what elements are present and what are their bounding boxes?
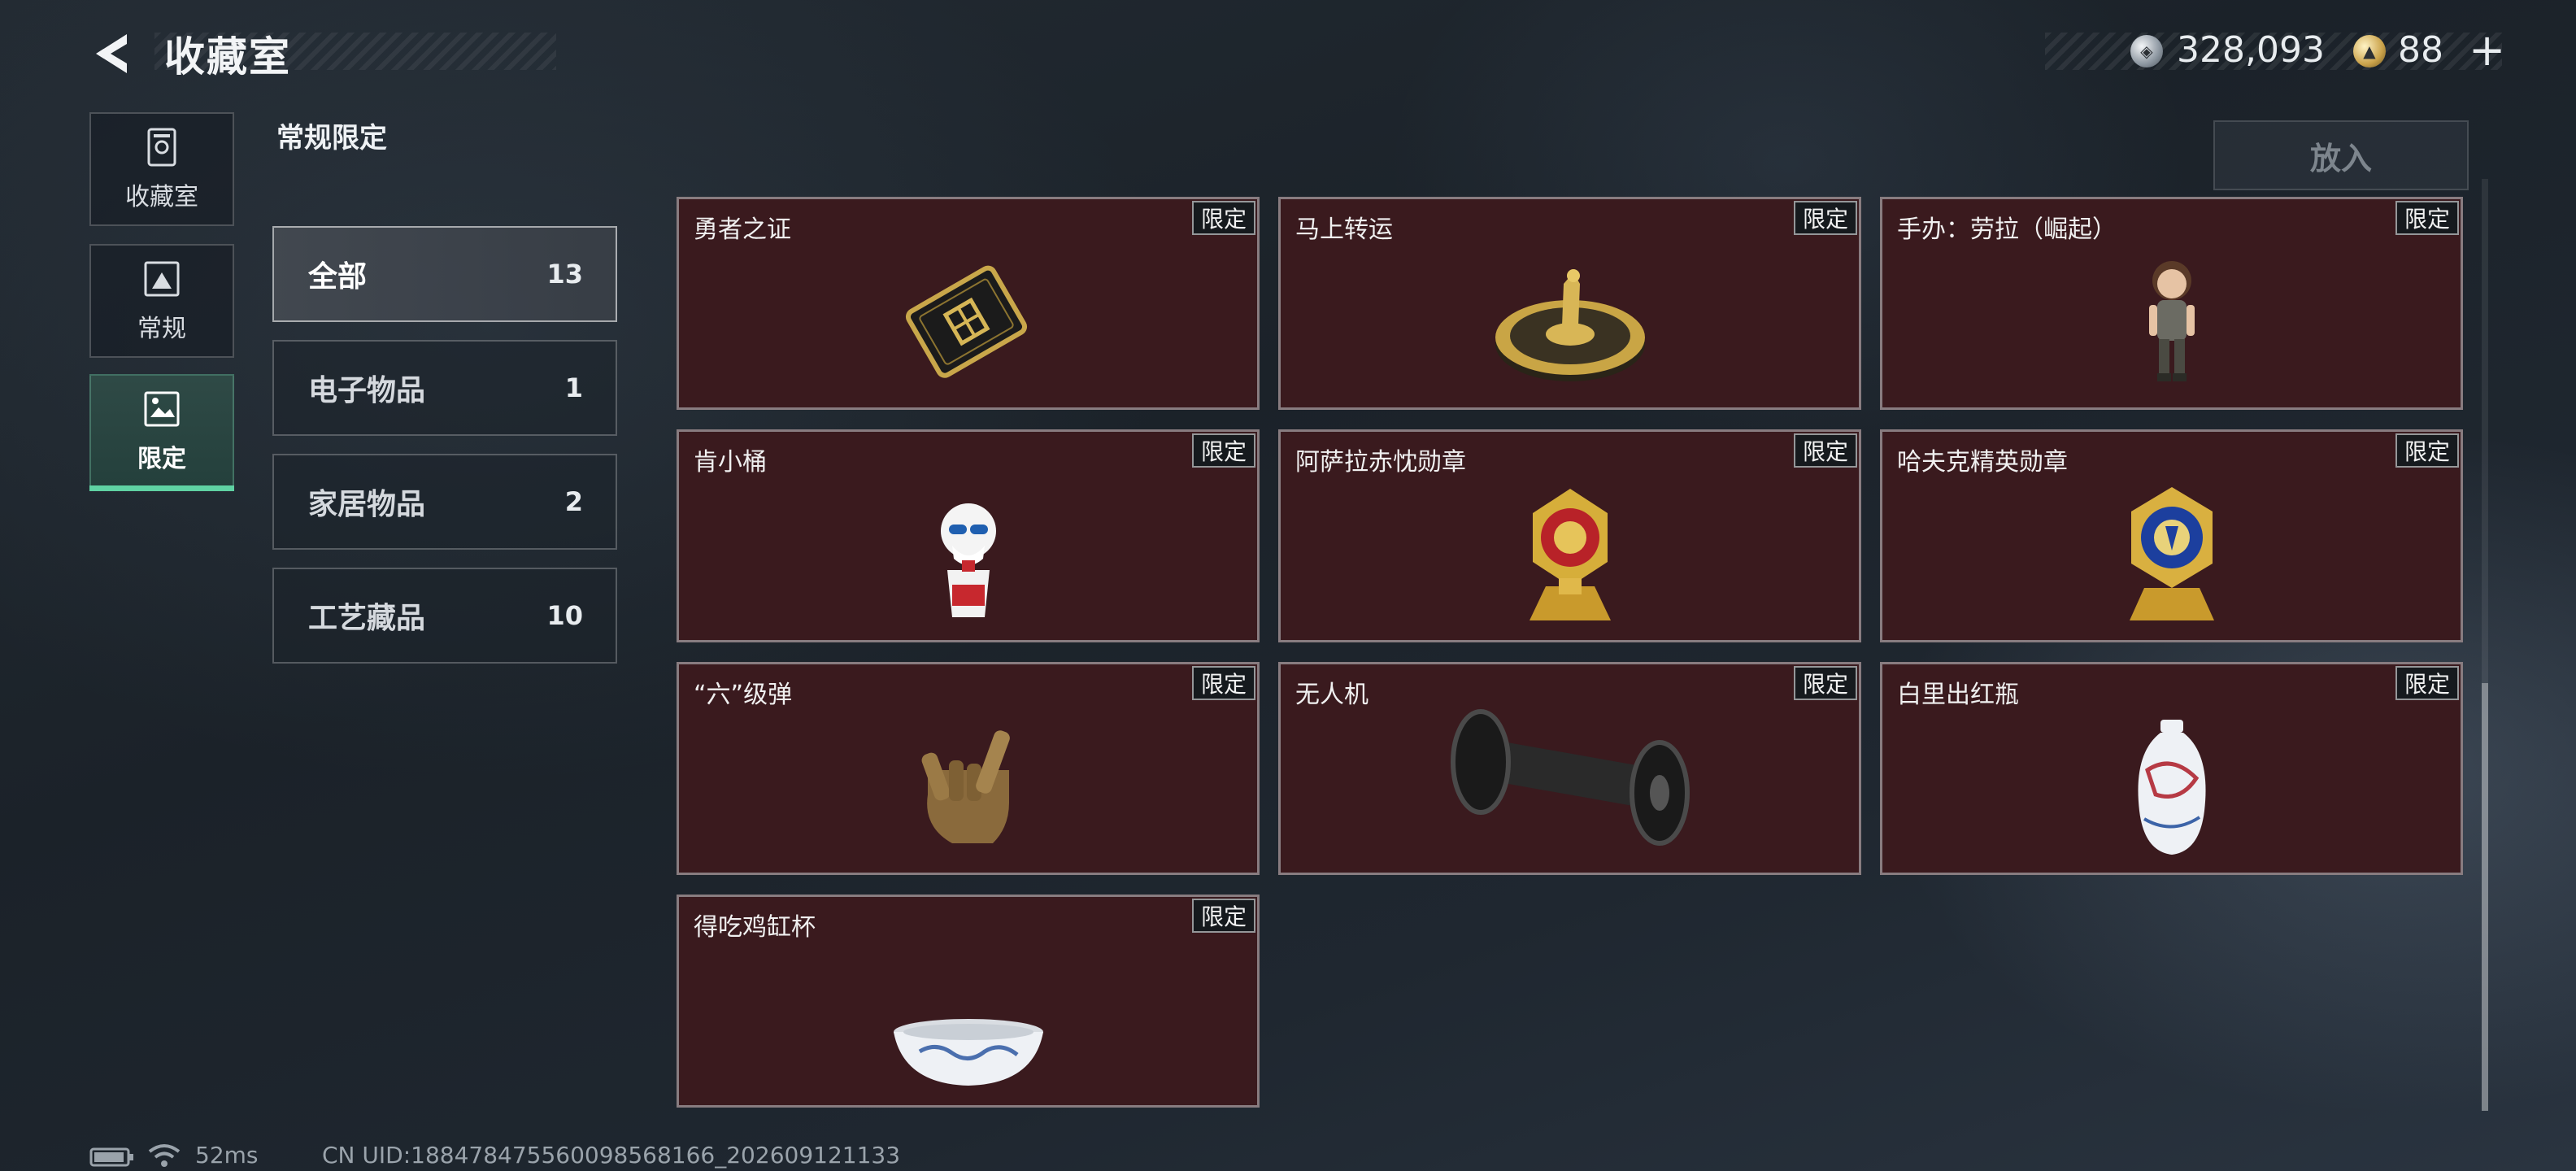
category-crafts[interactable]: 工艺藏品 10 bbox=[272, 568, 617, 664]
item-name: 勇者之证 bbox=[694, 215, 791, 244]
blue-medal-icon bbox=[2129, 487, 2214, 620]
wifi-icon bbox=[148, 1144, 181, 1167]
nav-item-vault[interactable]: 收藏室 bbox=[89, 112, 234, 226]
back-button[interactable] bbox=[88, 29, 137, 78]
put-in-button[interactable]: 放入 bbox=[2213, 120, 2469, 190]
category-name: 家居物品 bbox=[308, 488, 426, 521]
silver-currency-value: 328,093 bbox=[2177, 29, 2325, 71]
gold-currency-value: 88 bbox=[2398, 29, 2443, 71]
limited-tag: 限定 bbox=[1192, 201, 1255, 235]
item-card[interactable]: 白里出红瓶 限定 bbox=[1880, 662, 2463, 875]
scrollbar-thumb[interactable] bbox=[2482, 683, 2488, 1111]
battery-icon bbox=[89, 1147, 133, 1167]
item-card[interactable]: 手办：劳拉（崛起） 限定 bbox=[1880, 197, 2463, 410]
drone-icon bbox=[1450, 709, 1690, 846]
item-name: 肯小桶 bbox=[694, 448, 767, 477]
limited-tag: 限定 bbox=[1794, 666, 1857, 700]
gold-coin-icon: ▲ bbox=[2353, 35, 2386, 67]
category-name: 全部 bbox=[308, 260, 368, 294]
item-card[interactable]: 得吃鸡缸杯 限定 bbox=[677, 895, 1260, 1108]
limited-tag: 限定 bbox=[1192, 899, 1255, 933]
red-medal-icon bbox=[1529, 489, 1611, 620]
limited-tag: 限定 bbox=[1192, 666, 1255, 700]
item-name: 无人机 bbox=[1295, 681, 1368, 709]
lara-figure-icon bbox=[2148, 261, 2195, 381]
colonel-bucket-icon bbox=[940, 503, 996, 617]
ping-text: 52ms bbox=[195, 1142, 259, 1169]
picture-icon bbox=[144, 261, 180, 297]
brave-card-icon bbox=[905, 265, 1027, 378]
nav-label-vault: 收藏室 bbox=[125, 183, 198, 211]
item-card[interactable]: 勇者之证 限定 bbox=[677, 197, 1260, 410]
item-card[interactable]: 哈夫克精英勋章 限定 bbox=[1880, 429, 2463, 642]
limited-picture-icon bbox=[144, 391, 180, 427]
horse-compass-icon bbox=[1495, 269, 1645, 381]
category-all[interactable]: 全部 13 bbox=[272, 226, 617, 322]
add-currency-button[interactable]: + bbox=[2469, 24, 2505, 76]
item-name: 哈夫克精英勋章 bbox=[1897, 448, 2068, 477]
limited-tag: 限定 bbox=[2395, 433, 2459, 468]
section-title: 常规限定 bbox=[276, 122, 387, 155]
item-name: 得吃鸡缸杯 bbox=[694, 913, 816, 942]
limited-tag: 限定 bbox=[2395, 201, 2459, 235]
item-card[interactable]: 马上转运 限定 bbox=[1278, 197, 1861, 410]
vault-icon bbox=[147, 128, 176, 167]
nav-active-indicator bbox=[89, 485, 234, 491]
item-name: “六”级弹 bbox=[694, 681, 793, 709]
item-name: 白里出红瓶 bbox=[1897, 681, 2019, 709]
limited-tag: 限定 bbox=[1794, 433, 1857, 468]
category-count: 2 bbox=[564, 486, 583, 517]
category-name: 电子物品 bbox=[308, 374, 426, 407]
limited-tag: 限定 bbox=[1192, 433, 1255, 468]
item-card[interactable]: 肯小桶 限定 bbox=[677, 429, 1260, 642]
category-count: 13 bbox=[546, 259, 583, 289]
back-arrow-icon bbox=[96, 34, 127, 73]
item-card[interactable]: “六”级弹 限定 bbox=[677, 662, 1260, 875]
nav-label-limited: 限定 bbox=[137, 445, 186, 473]
item-card[interactable]: 无人机 限定 bbox=[1278, 662, 1861, 875]
item-name: 马上转运 bbox=[1295, 215, 1393, 244]
nav-label-regular: 常规 bbox=[137, 315, 186, 343]
silver-coin-icon: ◈ bbox=[2130, 35, 2163, 67]
uid-text: CN UID:18847847556009856816​6_2026091211… bbox=[322, 1142, 901, 1169]
limited-tag: 限定 bbox=[2395, 666, 2459, 700]
item-card[interactable]: 阿萨拉赤忱勋章 限定 bbox=[1278, 429, 1861, 642]
item-name: 手办：劳拉（崛起） bbox=[1897, 215, 2117, 244]
category-count: 1 bbox=[564, 372, 583, 403]
item-name: 阿萨拉赤忱勋章 bbox=[1295, 448, 1466, 477]
category-name: 工艺藏品 bbox=[308, 602, 426, 635]
six-bullet-hand-icon bbox=[921, 730, 1010, 843]
category-count: 10 bbox=[546, 600, 583, 631]
limited-tag: 限定 bbox=[1794, 201, 1857, 235]
porcelain-vase-icon bbox=[2137, 720, 2206, 855]
nav-item-regular[interactable]: 常规 bbox=[89, 244, 234, 358]
category-electronics[interactable]: 电子物品 1 bbox=[272, 340, 617, 436]
category-household[interactable]: 家居物品 2 bbox=[272, 454, 617, 550]
nav-item-limited[interactable]: 限定 bbox=[89, 374, 234, 488]
page-title: 收藏室 bbox=[164, 33, 291, 81]
chicken-cup-icon bbox=[893, 1019, 1043, 1086]
